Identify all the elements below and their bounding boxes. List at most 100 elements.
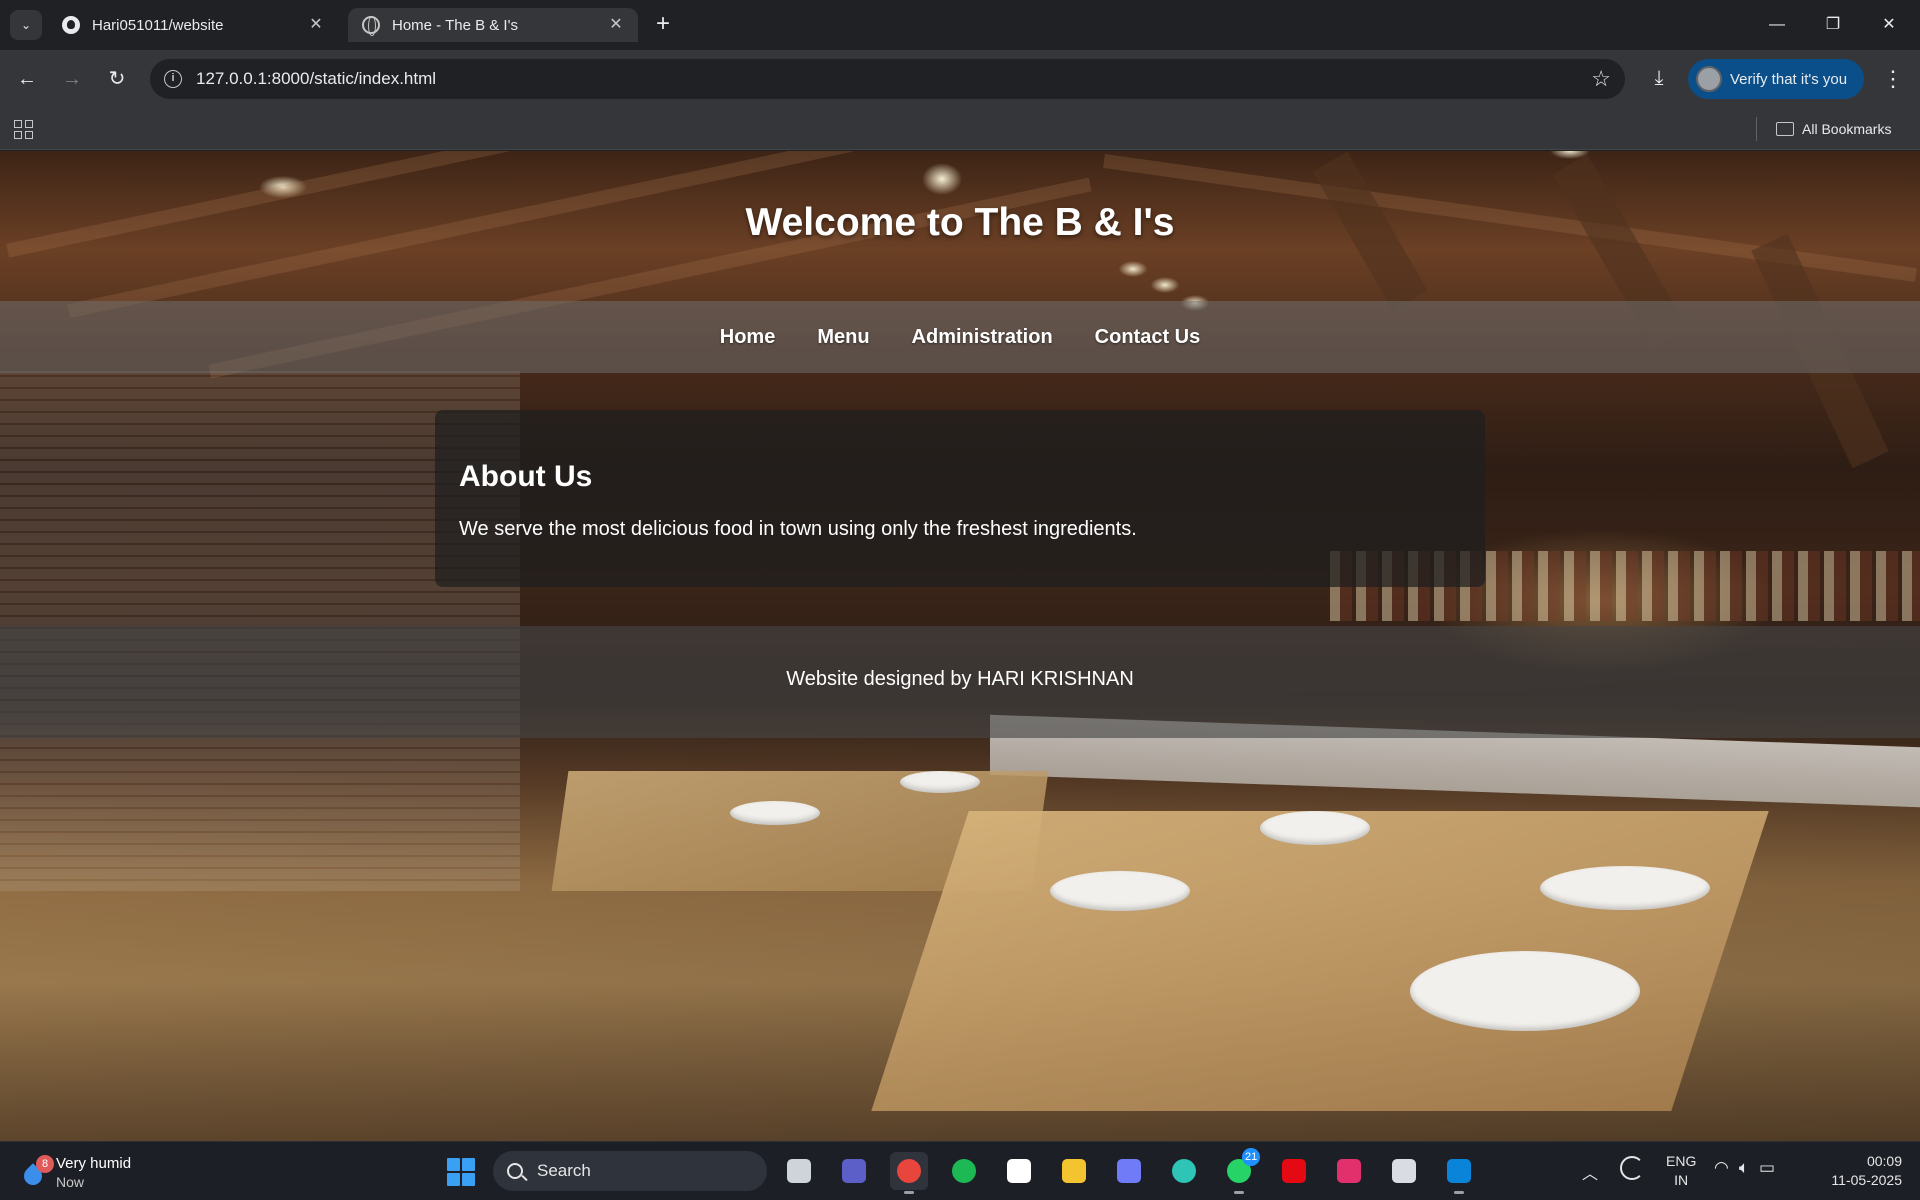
close-icon[interactable]: ✕ bbox=[306, 15, 326, 35]
running-indicator bbox=[1234, 1191, 1244, 1194]
wifi-icon[interactable]: ◠ bbox=[1714, 1158, 1729, 1178]
weather-humidity-icon: 8 bbox=[20, 1155, 54, 1189]
tab-title: Home - The B & I's bbox=[392, 16, 518, 34]
avatar bbox=[1696, 66, 1722, 92]
about-text: We serve the most delicious food in town… bbox=[459, 518, 1137, 540]
nav-link-home[interactable]: Home bbox=[720, 326, 776, 349]
page-title: Welcome to The B & I's bbox=[745, 201, 1175, 244]
instagram-taskbar-button[interactable] bbox=[1330, 1152, 1368, 1190]
close-window-button[interactable]: ✕ bbox=[1876, 12, 1902, 38]
new-tab-button[interactable]: + bbox=[650, 12, 676, 38]
edge-taskbar-button[interactable] bbox=[1165, 1152, 1203, 1190]
all-bookmarks-label: All Bookmarks bbox=[1802, 121, 1892, 137]
profile-verify-button[interactable]: Verify that it's you bbox=[1688, 59, 1864, 99]
netflix-icon bbox=[1282, 1159, 1306, 1183]
running-indicator bbox=[904, 1191, 914, 1194]
about-title: About Us bbox=[459, 460, 593, 493]
task-view-icon bbox=[787, 1159, 811, 1183]
globe-icon bbox=[362, 16, 380, 36]
teams-taskbar-button[interactable] bbox=[835, 1152, 873, 1190]
weather-time: Now bbox=[56, 1173, 85, 1190]
chrome-icon bbox=[897, 1159, 921, 1183]
forward-button[interactable]: → bbox=[57, 64, 87, 94]
loop-taskbar-button[interactable] bbox=[945, 1152, 983, 1190]
system-tray[interactable]: ◠ 🔈︎ ▭ bbox=[1714, 1158, 1775, 1178]
clock-time: 00:09 bbox=[1866, 1153, 1902, 1169]
taskbar: 8 Very humid Now Search 21 ︿ ENG IN ◠ 🔈︎… bbox=[0, 1141, 1920, 1200]
tab-title: Hari051011/website bbox=[92, 16, 224, 34]
footer-text: Website designed by HARI KRISHNAN bbox=[786, 668, 1134, 690]
taskbar-search[interactable]: Search bbox=[493, 1151, 767, 1191]
task-view-taskbar-button[interactable] bbox=[780, 1152, 818, 1190]
edge-icon bbox=[1172, 1159, 1196, 1183]
nav-link-administration[interactable]: Administration bbox=[912, 326, 1053, 349]
teams-icon bbox=[842, 1159, 866, 1183]
browser-title-bar: ⌄ Hari051011/website ✕ Home - The B & I'… bbox=[0, 0, 1920, 50]
apps-grid-icon[interactable] bbox=[14, 120, 33, 139]
site-nav: Home Menu Administration Contact Us bbox=[0, 301, 1920, 373]
tab-github[interactable]: Hari051011/website ✕ bbox=[48, 8, 338, 42]
vs-code-taskbar-button[interactable] bbox=[1440, 1152, 1478, 1194]
app-taskbar-button[interactable] bbox=[1110, 1152, 1148, 1190]
weather-widget[interactable]: 8 Very humid Now bbox=[20, 1150, 131, 1194]
loop-icon bbox=[952, 1159, 976, 1183]
download-icon[interactable]: ⤓ bbox=[1644, 63, 1674, 93]
close-icon[interactable]: ✕ bbox=[606, 15, 626, 35]
back-button[interactable]: ← bbox=[12, 64, 42, 94]
about-section: About Us We serve the most delicious foo… bbox=[435, 410, 1485, 587]
all-bookmarks-button[interactable]: All Bookmarks bbox=[1776, 117, 1891, 141]
tab-home[interactable]: Home - The B & I's ✕ bbox=[348, 8, 638, 42]
running-indicator bbox=[1454, 1191, 1464, 1194]
snipping-tool-icon bbox=[1392, 1159, 1416, 1183]
chevron-down-icon: ⌄ bbox=[20, 18, 32, 32]
lang-line2: IN bbox=[1674, 1172, 1689, 1188]
restore-button[interactable]: ❐ bbox=[1820, 12, 1846, 38]
site-header: Welcome to The B & I's bbox=[0, 151, 1920, 301]
url-text[interactable]: 127.0.0.1:8000/static/index.html bbox=[196, 69, 1591, 89]
reload-icon: ↻ bbox=[108, 68, 126, 90]
minimize-button[interactable]: — bbox=[1764, 12, 1790, 38]
store-taskbar-button[interactable] bbox=[1000, 1152, 1038, 1190]
vs-code-icon bbox=[1447, 1159, 1471, 1183]
clock[interactable]: 00:09 11-05-2025 bbox=[1810, 1152, 1902, 1190]
bookmarks-divider bbox=[1756, 117, 1757, 141]
reload-button[interactable]: ↻ bbox=[102, 64, 132, 94]
verify-label: Verify that it's you bbox=[1730, 70, 1848, 88]
page-viewport: Welcome to The B & I's Home Menu Adminis… bbox=[0, 151, 1920, 1141]
bookmarks-bar: All Bookmarks bbox=[0, 108, 1920, 150]
battery-icon[interactable]: ▭ bbox=[1759, 1158, 1775, 1178]
file-explorer-taskbar-button[interactable] bbox=[1055, 1152, 1093, 1190]
store-icon bbox=[1007, 1159, 1031, 1183]
notification-badge: 21 bbox=[1242, 1148, 1261, 1166]
volume-icon[interactable]: 🔈︎ bbox=[1739, 1158, 1749, 1178]
weather-condition: Very humid bbox=[56, 1154, 132, 1172]
weather-badge: 8 bbox=[36, 1155, 54, 1173]
info-icon[interactable]: i bbox=[164, 70, 182, 88]
snipping-tool-taskbar-button[interactable] bbox=[1385, 1152, 1423, 1190]
instagram-icon bbox=[1337, 1159, 1361, 1183]
address-bar[interactable]: i 127.0.0.1:8000/static/index.html ☆ bbox=[150, 59, 1625, 99]
browser-toolbar: ← → ↻ i 127.0.0.1:8000/static/index.html… bbox=[0, 50, 1920, 108]
chrome-taskbar-button[interactable] bbox=[890, 1152, 928, 1194]
search-label: Search bbox=[537, 1161, 591, 1180]
whatsapp-taskbar-button[interactable]: 21 bbox=[1220, 1148, 1261, 1194]
more-menu-icon[interactable]: ⋮ bbox=[1878, 64, 1908, 94]
chevron-up-icon[interactable]: ︿ bbox=[1582, 1160, 1598, 1184]
netflix-taskbar-button[interactable] bbox=[1275, 1152, 1313, 1190]
folder-icon bbox=[1776, 122, 1794, 136]
clock-date: 11-05-2025 bbox=[1831, 1172, 1902, 1188]
arrow-right-icon: → bbox=[62, 68, 82, 90]
github-icon bbox=[62, 16, 80, 34]
language-indicator[interactable]: ENG IN bbox=[1666, 1152, 1696, 1190]
nav-link-menu[interactable]: Menu bbox=[817, 326, 869, 349]
tab-search-button[interactable]: ⌄ bbox=[10, 10, 42, 40]
sync-icon[interactable] bbox=[1620, 1156, 1644, 1180]
app-icon bbox=[1117, 1159, 1141, 1183]
site-footer: Website designed by HARI KRISHNAN bbox=[0, 626, 1920, 738]
search-icon bbox=[507, 1163, 523, 1179]
bookmark-star-icon[interactable]: ☆ bbox=[1591, 66, 1611, 92]
arrow-left-icon: ← bbox=[17, 68, 37, 90]
windows-start-icon[interactable] bbox=[447, 1158, 475, 1186]
lang-line1: ENG bbox=[1666, 1153, 1697, 1169]
nav-link-contact-us[interactable]: Contact Us bbox=[1095, 326, 1201, 349]
